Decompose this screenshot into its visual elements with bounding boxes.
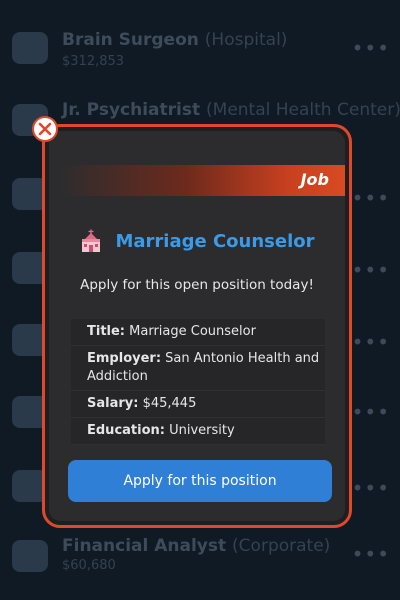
more-icon[interactable]: ••• — [352, 258, 390, 282]
detail-key: Salary: — [87, 396, 139, 411]
list-item-subtitle: (Corporate) — [232, 536, 331, 556]
list-item-salary: $60,680 — [62, 558, 116, 573]
detail-value: $45,445 — [142, 396, 197, 411]
detail-education: Education: University — [71, 418, 325, 445]
detail-key: Employer: — [87, 351, 162, 366]
list-item-title: Brain Surgeon — [62, 30, 199, 50]
more-icon[interactable]: ••• — [352, 400, 390, 424]
close-icon — [38, 122, 52, 136]
category-banner: Job — [59, 165, 345, 196]
detail-employer: Employer: San Antonio Health and Addicti… — [71, 346, 325, 391]
hospital-icon — [12, 32, 48, 64]
list-item-title: Jr. Psychiatrist — [62, 100, 201, 120]
job-title-heading: Marriage Counselor — [115, 230, 315, 252]
detail-title: Title: Marriage Counselor — [71, 319, 325, 346]
list-item-subtitle: (Hospital) — [204, 30, 288, 50]
close-button[interactable] — [32, 116, 58, 142]
detail-salary: Salary: $45,445 — [71, 391, 325, 418]
more-icon[interactable]: ••• — [352, 186, 390, 210]
detail-value: Marriage Counselor — [129, 324, 256, 339]
more-icon[interactable]: ••• — [352, 330, 390, 354]
detail-value: University — [169, 423, 235, 438]
apply-button[interactable]: Apply for this position — [68, 460, 332, 502]
list-item-title: Financial Analyst — [62, 536, 227, 556]
detail-key: Title: — [87, 324, 126, 339]
job-details: Title: Marriage Counselor Employer: San … — [71, 319, 325, 445]
list-item-salary: $312,853 — [62, 54, 125, 69]
detail-key: Education: — [87, 423, 165, 438]
more-icon[interactable]: ••• — [352, 542, 390, 566]
more-icon[interactable]: ••• — [352, 476, 390, 500]
list-item[interactable]: Brain Surgeon (Hospital) $312,853 ••• — [0, 22, 400, 82]
more-icon[interactable]: ••• — [352, 36, 390, 60]
church-icon — [82, 229, 101, 252]
modal-subtitle: Apply for this open position today! — [80, 277, 314, 293]
chart-icon — [12, 540, 48, 572]
list-item[interactable]: Financial Analyst (Corporate) $60,680 ••… — [0, 528, 400, 588]
list-item-subtitle: (Mental Health Center) — [206, 100, 400, 120]
banner-label: Job — [300, 170, 329, 189]
